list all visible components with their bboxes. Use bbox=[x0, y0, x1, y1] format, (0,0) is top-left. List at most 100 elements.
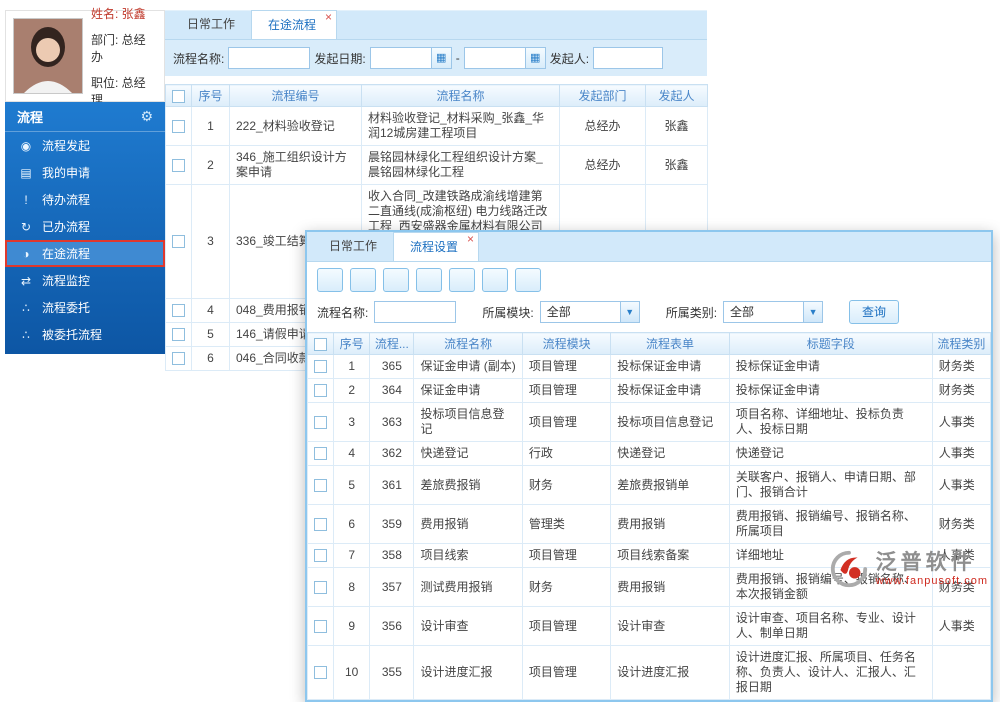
cell-code: 346_施工组织设计方案申请 bbox=[229, 145, 362, 185]
tab-in-transit-process[interactable]: 在途流程 × bbox=[251, 10, 338, 39]
module-select[interactable]: 全部 ▼ bbox=[539, 301, 640, 323]
cell-code: 363 bbox=[369, 402, 415, 442]
select-all-checkbox[interactable] bbox=[314, 337, 328, 351]
row-checkbox[interactable] bbox=[314, 478, 328, 492]
sidebar-item[interactable]: ▤ 我的申请 bbox=[5, 159, 165, 186]
date-from-input[interactable] bbox=[370, 48, 431, 68]
process-setting-row[interactable]: 3 363 投标项目信息登记 项目管理 投标项目信息登记 项目名称、详细地址、投… bbox=[306, 402, 992, 442]
process-setting-row[interactable]: 9 356 设计审查 项目管理 设计审查 设计审查、项目名称、专业、设计人、制单… bbox=[306, 606, 992, 646]
module-label: 所属模块: bbox=[482, 305, 534, 320]
tab-daily-work-fg[interactable]: 日常工作 bbox=[313, 232, 393, 261]
row-checkbox[interactable] bbox=[314, 580, 328, 594]
col-header-code: 流程... bbox=[369, 332, 415, 355]
row-checkbox[interactable] bbox=[314, 384, 328, 398]
toolbar-button[interactable] bbox=[482, 268, 508, 292]
row-checkbox[interactable] bbox=[172, 158, 185, 172]
vendor-logo-icon bbox=[830, 550, 867, 588]
sidebar-item[interactable]: ◉ 流程发起 bbox=[5, 132, 165, 159]
process-row[interactable]: 2 346_施工组织设计方案申请 晨铭园林绿化工程组织设计方案_晨铭园林绿化工程… bbox=[165, 145, 708, 185]
col-header-module: 流程模块 bbox=[521, 332, 612, 355]
row-checkbox[interactable] bbox=[314, 360, 328, 374]
sidebar-item-label: 已办流程 bbox=[42, 220, 91, 234]
row-checkbox[interactable] bbox=[314, 666, 328, 680]
toolbar-button[interactable] bbox=[383, 268, 409, 292]
cell-form: 投标项目信息登记 bbox=[610, 402, 730, 442]
cell-module: 财务 bbox=[521, 465, 612, 505]
cell-no: 8 bbox=[333, 567, 371, 607]
category-select[interactable]: 全部 ▼ bbox=[723, 301, 824, 323]
cell-no: 5 bbox=[191, 322, 230, 347]
cell-module: 项目管理 bbox=[521, 354, 612, 379]
sidebar-item-icon: ◉ bbox=[20, 138, 32, 153]
col-header-name: 流程名称 bbox=[361, 84, 560, 107]
sidebar-item[interactable]: ∴ 被委托流程 bbox=[5, 321, 165, 348]
cell-form: 投标保证金申请 bbox=[610, 354, 730, 379]
cell-name: 投标项目信息登记 bbox=[413, 402, 523, 442]
tab-process-settings[interactable]: 流程设置 × bbox=[393, 232, 480, 261]
row-checkbox[interactable] bbox=[172, 328, 185, 342]
calendar-icon[interactable]: ▦ bbox=[430, 48, 451, 68]
sidebar-item-label: 待办流程 bbox=[42, 193, 91, 207]
row-checkbox[interactable] bbox=[172, 119, 185, 133]
cell-form: 费用报销 bbox=[610, 504, 730, 544]
process-setting-row[interactable]: 6 359 费用报销 管理类 费用报销 费用报销、报销编号、报销名称、所属项目 … bbox=[306, 504, 992, 544]
gear-icon[interactable]: ⚙ bbox=[140, 108, 153, 125]
sidebar-item[interactable]: ◑ 在途流程 bbox=[5, 240, 165, 267]
close-icon[interactable]: × bbox=[467, 232, 474, 246]
profile-name: 姓名: 张鑫 bbox=[91, 6, 146, 21]
cell-no: 2 bbox=[333, 378, 371, 403]
toolbar-button[interactable] bbox=[317, 268, 343, 292]
row-checkbox[interactable] bbox=[172, 304, 185, 318]
sidebar-item-label: 流程发起 bbox=[42, 139, 91, 153]
cell-initiator: 张鑫 bbox=[645, 106, 708, 146]
cell-code: 361 bbox=[369, 465, 415, 505]
cell-name: 差旅费报销 bbox=[413, 465, 523, 505]
cell-name: 保证金申请 bbox=[413, 378, 523, 403]
fg-process-name-input[interactable] bbox=[374, 301, 457, 323]
tab-label: 在途流程 bbox=[268, 18, 317, 32]
cell-name: 费用报销 bbox=[413, 504, 523, 544]
process-setting-row[interactable]: 4 362 快递登记 行政 快递登记 快递登记 人事类 bbox=[306, 441, 992, 466]
row-checkbox[interactable] bbox=[172, 235, 185, 249]
process-setting-row[interactable]: 5 361 差旅费报销 财务 差旅费报销单 关联客户、报销人、申请日期、部门、报… bbox=[306, 465, 992, 505]
cell-form: 设计审查 bbox=[610, 606, 730, 646]
row-checkbox[interactable] bbox=[314, 517, 328, 531]
toolbar-button[interactable] bbox=[449, 268, 475, 292]
sidebar-item-icon: ! bbox=[24, 192, 28, 207]
cell-no: 3 bbox=[191, 184, 230, 299]
cell-initiator: 张鑫 bbox=[645, 145, 708, 185]
sidebar-item[interactable]: ∴ 流程委托 bbox=[5, 294, 165, 321]
sidebar-item[interactable]: ↻ 已办流程 bbox=[5, 213, 165, 240]
process-row[interactable]: 1 222_材料验收登记 材料验收登记_材料采购_张鑫_华润12城房建工程项目 … bbox=[165, 106, 708, 146]
date-to-input[interactable] bbox=[464, 48, 525, 68]
sidebar-item[interactable]: ⇄ 流程监控 bbox=[5, 267, 165, 294]
process-name-input[interactable] bbox=[228, 47, 311, 69]
toolbar-button[interactable] bbox=[515, 268, 541, 292]
cell-name: 测试费用报销 bbox=[413, 567, 523, 607]
vendor-brand: 泛普软件 bbox=[875, 551, 976, 574]
sidebar-item[interactable]: ! 待办流程 bbox=[5, 186, 165, 213]
initiator-input[interactable] bbox=[593, 47, 664, 69]
chevron-down-icon: ▼ bbox=[803, 302, 823, 322]
close-icon[interactable]: × bbox=[325, 10, 332, 24]
cell-form: 费用报销 bbox=[610, 567, 730, 607]
cell-no: 4 bbox=[333, 441, 371, 466]
row-checkbox[interactable] bbox=[314, 619, 328, 633]
process-settings-table: 序号 流程... 流程名称 流程模块 流程表单 标题字段 流程类别 1 365 … bbox=[306, 332, 992, 700]
row-checkbox[interactable] bbox=[314, 447, 328, 461]
row-checkbox[interactable] bbox=[314, 549, 328, 563]
process-setting-row[interactable]: 2 364 保证金申请 项目管理 投标保证金申请 投标保证金申请 财务类 bbox=[306, 378, 992, 403]
toolbar-button[interactable] bbox=[416, 268, 442, 292]
process-setting-row[interactable]: 10 355 设计进度汇报 项目管理 设计进度汇报 设计进度汇报、所属项目、任务… bbox=[306, 645, 992, 700]
tab-daily-work[interactable]: 日常工作 bbox=[171, 10, 251, 39]
cell-title-fields: 关联客户、报销人、申请日期、部门、报销合计 bbox=[728, 465, 933, 505]
search-button[interactable]: 查询 bbox=[849, 300, 900, 324]
row-checkbox[interactable] bbox=[172, 352, 185, 366]
select-all-checkbox[interactable] bbox=[172, 89, 185, 103]
calendar-icon[interactable]: ▦ bbox=[524, 48, 545, 68]
row-checkbox[interactable] bbox=[314, 415, 328, 429]
cell-category bbox=[931, 645, 992, 700]
process-name-label: 流程名称: bbox=[173, 51, 225, 66]
process-setting-row[interactable]: 1 365 保证金申请 (副本) 项目管理 投标保证金申请 投标保证金申请 财务… bbox=[306, 354, 992, 379]
toolbar-button[interactable] bbox=[350, 268, 376, 292]
